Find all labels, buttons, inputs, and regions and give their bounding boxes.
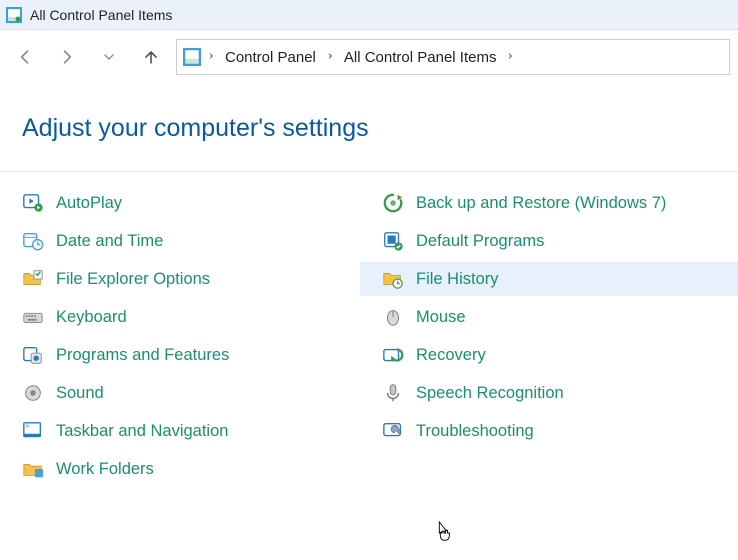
item-default-programs[interactable]: Default Programs xyxy=(360,224,738,258)
breadcrumb-label: Control Panel xyxy=(225,49,316,66)
file-history-icon xyxy=(382,268,404,290)
item-file-history[interactable]: File History xyxy=(360,262,738,296)
breadcrumb-control-panel[interactable]: Control Panel xyxy=(221,45,320,70)
work-folders-icon xyxy=(22,458,44,480)
backup-restore-icon xyxy=(382,192,404,214)
recovery-icon xyxy=(382,344,404,366)
item-date-and-time[interactable]: Date and Time xyxy=(0,224,360,258)
item-file-explorer-options[interactable]: File Explorer Options xyxy=(0,262,360,296)
item-sound[interactable]: Sound xyxy=(0,376,360,410)
control-panel-icon xyxy=(6,7,22,23)
item-speech-recognition[interactable]: Speech Recognition xyxy=(360,376,738,410)
item-autoplay[interactable]: AutoPlay xyxy=(0,186,360,220)
mouse-icon xyxy=(382,306,404,328)
pointer-cursor-icon xyxy=(432,520,454,550)
speaker-icon xyxy=(22,382,44,404)
item-work-folders[interactable]: Work Folders xyxy=(0,452,360,486)
chevron-right-icon[interactable] xyxy=(506,50,514,64)
back-button[interactable] xyxy=(8,40,42,74)
item-label: AutoPlay xyxy=(56,194,122,213)
item-label: Default Programs xyxy=(416,232,544,251)
page-heading: Adjust your computer's settings xyxy=(22,114,728,143)
item-label: Date and Time xyxy=(56,232,163,251)
item-keyboard[interactable]: Keyboard xyxy=(0,300,360,334)
item-mouse[interactable]: Mouse xyxy=(360,300,738,334)
autoplay-icon xyxy=(22,192,44,214)
forward-button[interactable] xyxy=(50,40,84,74)
item-programs-and-features[interactable]: Programs and Features xyxy=(0,338,360,372)
microphone-icon xyxy=(382,382,404,404)
up-button[interactable] xyxy=(134,40,168,74)
item-troubleshooting[interactable]: Troubleshooting xyxy=(360,414,738,448)
item-label: Mouse xyxy=(416,308,466,327)
item-label: Programs and Features xyxy=(56,346,229,365)
item-taskbar-and-navigation[interactable]: Taskbar and Navigation xyxy=(0,414,360,448)
troubleshooting-icon xyxy=(382,420,404,442)
item-label: Keyboard xyxy=(56,308,127,327)
programs-features-icon xyxy=(22,344,44,366)
breadcrumb-all-items[interactable]: All Control Panel Items xyxy=(340,45,501,70)
item-label: File History xyxy=(416,270,499,289)
chevron-right-icon[interactable] xyxy=(207,50,215,64)
page-heading-row: Adjust your computer's settings xyxy=(0,84,738,163)
item-label: Speech Recognition xyxy=(416,384,564,403)
item-label: Taskbar and Navigation xyxy=(56,422,228,441)
keyboard-icon xyxy=(22,306,44,328)
control-panel-items-grid: AutoPlay Back up and Restore (Windows 7)… xyxy=(0,186,738,486)
window-titlebar: All Control Panel Items xyxy=(0,0,738,30)
item-recovery[interactable]: Recovery xyxy=(360,338,738,372)
control-panel-icon xyxy=(183,48,201,66)
clock-calendar-icon xyxy=(22,230,44,252)
address-bar[interactable]: Control Panel All Control Panel Items xyxy=(176,39,730,75)
folder-options-icon xyxy=(22,268,44,290)
heading-divider xyxy=(0,171,738,172)
item-label: Work Folders xyxy=(56,460,154,479)
window-title: All Control Panel Items xyxy=(30,7,172,23)
recent-locations-dropdown[interactable] xyxy=(92,40,126,74)
item-label: Troubleshooting xyxy=(416,422,534,441)
breadcrumb-label: All Control Panel Items xyxy=(344,49,497,66)
item-label: File Explorer Options xyxy=(56,270,210,289)
navigation-bar: Control Panel All Control Panel Items xyxy=(0,30,738,84)
item-label: Recovery xyxy=(416,346,486,365)
chevron-right-icon[interactable] xyxy=(326,50,334,64)
default-programs-icon xyxy=(382,230,404,252)
item-backup-and-restore[interactable]: Back up and Restore (Windows 7) xyxy=(360,186,738,220)
item-label: Back up and Restore (Windows 7) xyxy=(416,194,666,213)
taskbar-icon xyxy=(22,420,44,442)
item-label: Sound xyxy=(56,384,104,403)
